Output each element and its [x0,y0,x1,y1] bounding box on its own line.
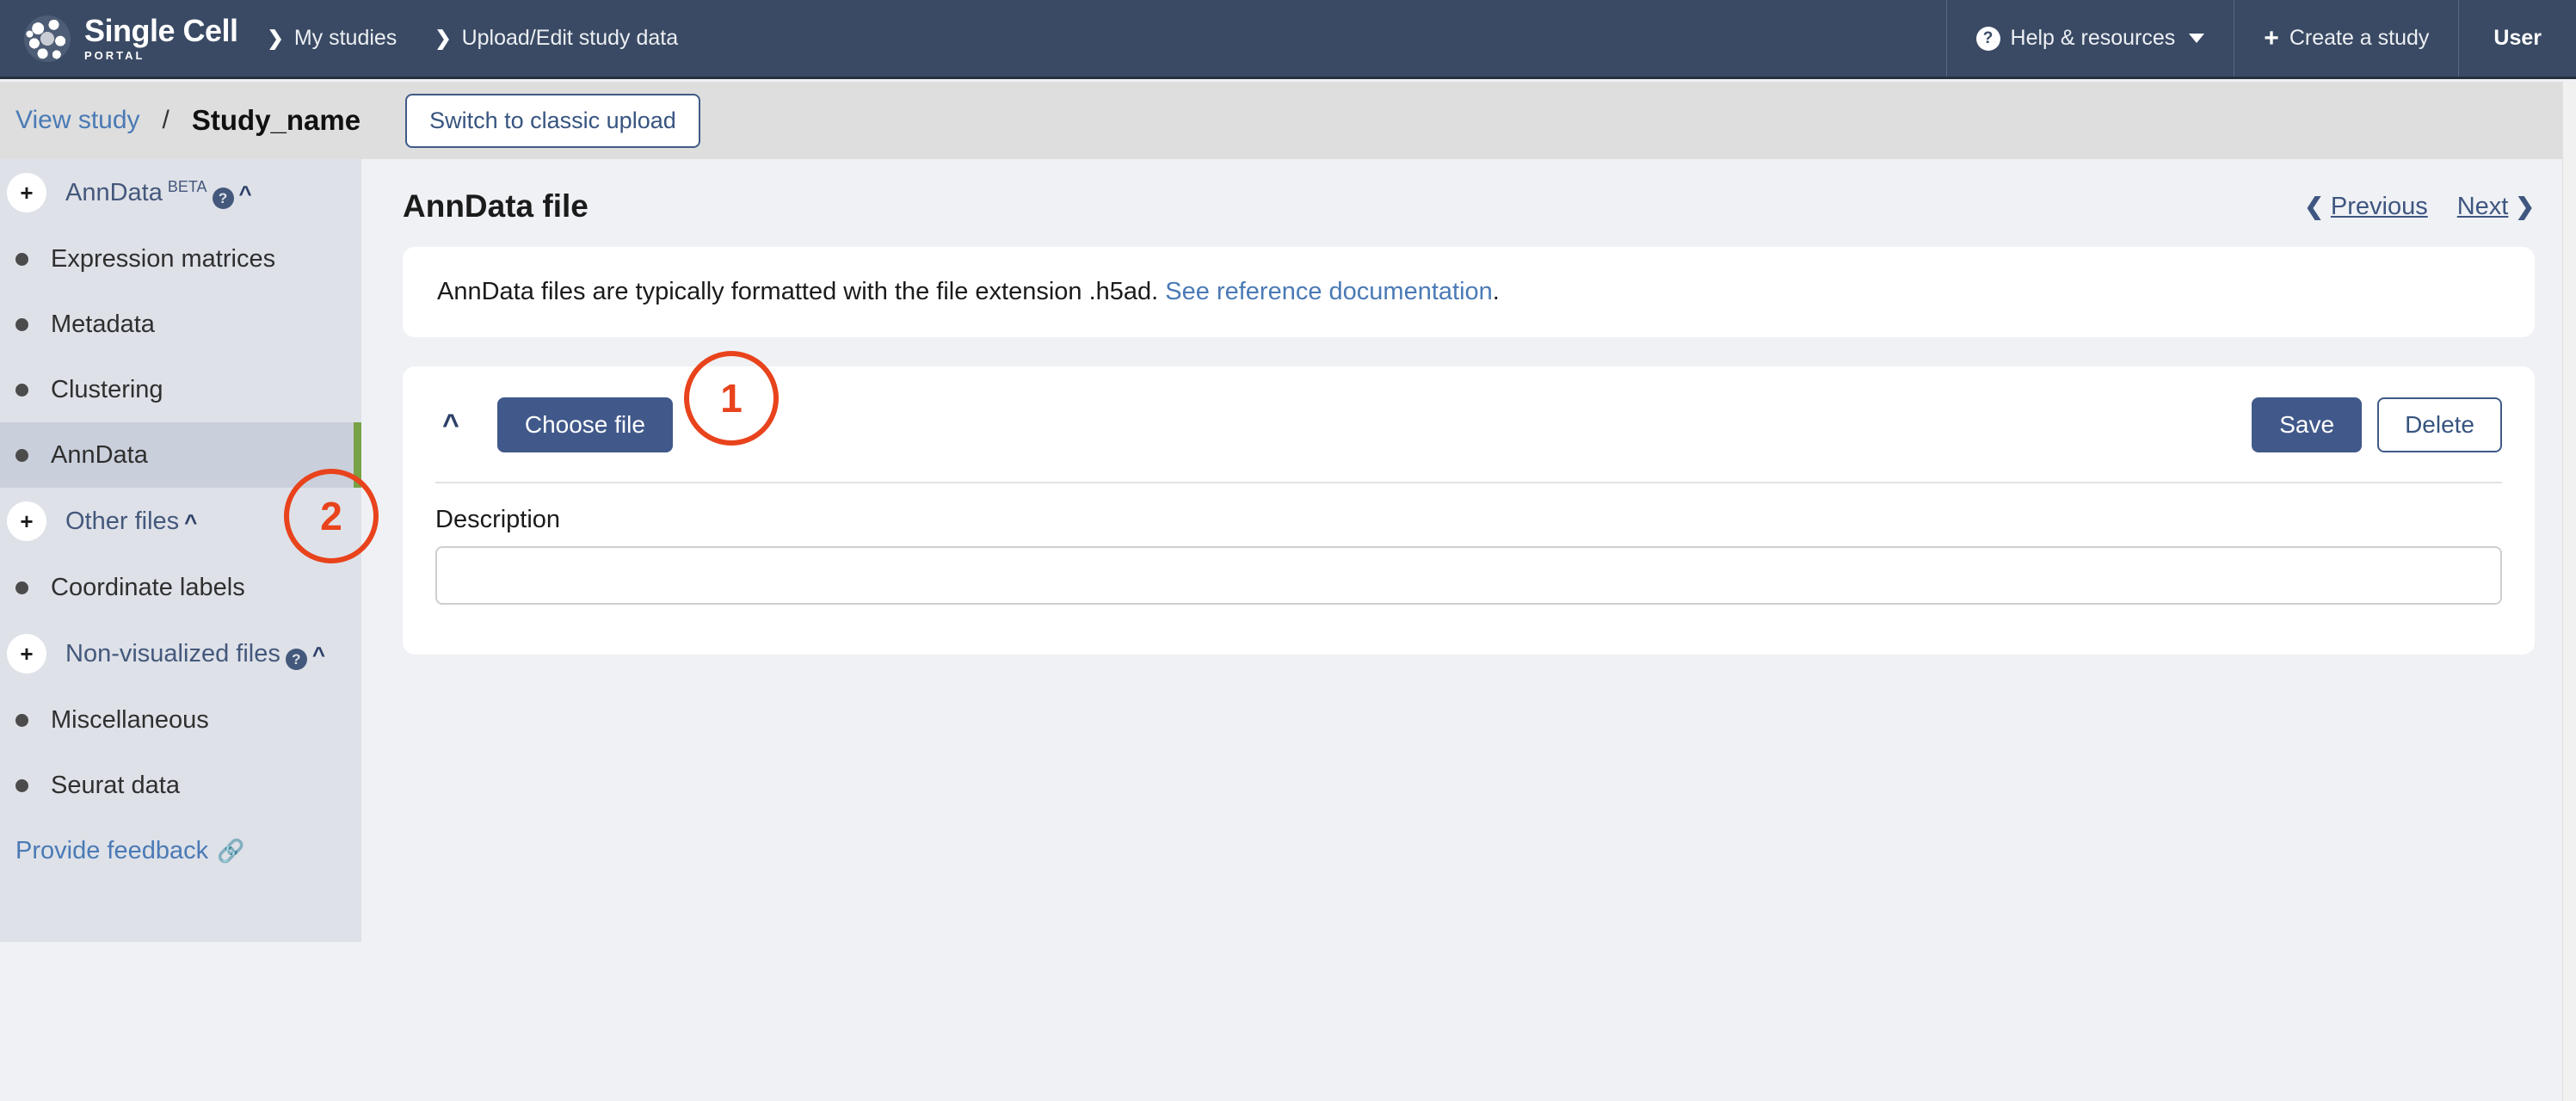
chevron-right-icon: ❯ [434,27,452,49]
bullet-icon [15,581,28,594]
user-label: User [2493,26,2542,50]
chevron-left-icon: ❮ [2304,193,2324,219]
info-text-after: . [1492,278,1500,305]
provide-feedback-label: Provide feedback [15,837,209,864]
add-other-file-icon[interactable]: + [7,501,46,541]
save-button[interactable]: Save [2252,397,2363,452]
sidebar-item-label: Expression matrices [51,244,276,273]
question-circle-icon[interactable]: ? [212,188,234,209]
sidebar: + AnnData BETA ? ^ Expression matrices M… [0,159,361,942]
nav-crumb-upload-edit-study-data[interactable]: ❯ Upload/Edit study data [434,26,678,51]
description-field-block: Description [403,483,2535,605]
sidebar-group-anndata[interactable]: + AnnData BETA ? ^ [0,159,361,226]
bullet-icon [15,448,28,462]
info-text: AnnData files are typically formatted wi… [437,278,2500,306]
create-a-study-label: Create a study [2289,26,2430,50]
sidebar-item-expression-matrices[interactable]: Expression matrices [0,226,361,292]
brand-logo-group[interactable]: Single Cell PORTAL [0,0,268,77]
provide-feedback-link[interactable]: Provide feedback 🔗 [0,837,361,865]
sidebar-item-anndata[interactable]: AnnData [0,422,361,488]
bullet-icon [15,778,28,792]
chevron-down-icon [2189,34,2205,43]
chevron-right-icon: ❯ [2515,193,2535,219]
sidebar-group-non-visualized-files[interactable]: + Non-visualized files ? ^ [0,620,361,687]
info-card: AnnData files are typically formatted wi… [403,247,2535,337]
brand-text: Single Cell PORTAL [84,15,238,62]
chevron-up-icon[interactable]: ^ [184,511,197,533]
previous-label: Previous [2330,192,2428,220]
sidebar-item-label: Coordinate labels [51,573,245,601]
sidebar-item-metadata[interactable]: Metadata [0,292,361,357]
brand-subtitle: PORTAL [84,48,145,62]
create-a-study-button[interactable]: + Create a study [2234,0,2458,77]
sidebar-group-anndata-text: AnnData [65,178,163,206]
cell-cluster-icon [24,15,71,62]
sidebar-group-non-visualized-files-label: Non-visualized files ? ^ [65,639,325,670]
sidebar-item-label: Seurat data [51,771,180,799]
description-label: Description [435,506,561,533]
sidebar-group-other-files-label: Other files ^ [65,507,197,536]
top-navbar: Single Cell PORTAL ❯ My studies ❯ Upload… [0,0,2576,79]
next-button[interactable]: Next ❯ [2457,193,2535,221]
bullet-icon [15,317,28,331]
sidebar-item-label: Metadata [51,310,155,338]
external-link-icon: 🔗 [217,838,245,864]
view-study-link[interactable]: View study [15,106,140,135]
bullet-icon [15,713,28,727]
user-menu[interactable]: User [2458,0,2576,77]
plus-icon: + [2264,23,2279,52]
brand-title: Single Cell [84,12,238,48]
choose-file-button[interactable]: Choose file [496,397,673,452]
sidebar-item-seurat-data[interactable]: Seurat data [0,753,361,818]
vertical-scrollbar[interactable] [2562,82,2576,1101]
sidebar-item-clustering[interactable]: Clustering [0,357,361,422]
pager: ❮ Previous Next ❯ [2304,193,2535,221]
file-form-toolbar: ^ Choose file Save Delete [403,366,2535,482]
sidebar-group-other-files-text: Other files [65,507,180,535]
beta-badge: BETA [167,177,207,195]
help-and-resources-label: Help & resources [2010,26,2176,50]
add-anndata-icon[interactable]: + [7,173,46,212]
file-form-actions: Save Delete [2252,397,2502,452]
add-non-visualized-file-icon[interactable]: + [7,634,46,674]
bullet-icon [15,252,28,266]
chevron-up-icon[interactable]: ^ [239,182,252,205]
info-text-before: AnnData files are typically formatted wi… [437,278,1166,305]
question-circle-icon[interactable]: ? [285,649,307,670]
description-input[interactable] [435,546,2502,605]
anndata-file-form-card: ^ Choose file Save Delete Description [403,366,2535,655]
chevron-up-icon[interactable]: ^ [312,643,325,666]
nav-crumb-upload-edit-label: Upload/Edit study data [461,26,679,50]
question-circle-icon: ? [1975,26,2000,51]
sidebar-group-anndata-label: AnnData BETA ? ^ [65,177,252,209]
previous-button[interactable]: ❮ Previous [2304,193,2427,221]
study-name-title: Study_name [191,104,361,136]
navbar-breadcrumbs: ❯ My studies ❯ Upload/Edit study data [268,0,679,77]
sidebar-group-other-files[interactable]: + Other files ^ [0,488,361,555]
nav-crumb-my-studies-label: My studies [293,26,397,50]
help-and-resources-menu[interactable]: ? Help & resources [1945,0,2234,77]
navbar-right-group: ? Help & resources + Create a study User [1945,0,2576,77]
switch-to-classic-upload-button[interactable]: Switch to classic upload [405,93,700,148]
breadcrumb-separator: / [162,106,169,134]
chevron-up-icon[interactable]: ^ [435,410,466,440]
sidebar-item-coordinate-labels[interactable]: Coordinate labels [0,555,361,620]
sidebar-item-label: Clustering [51,375,163,403]
chevron-right-icon: ❯ [267,27,284,49]
bullet-icon [15,383,28,397]
see-reference-documentation-link[interactable]: See reference documentation [1165,278,1492,305]
next-label: Next [2456,192,2509,220]
main-header: AnnData file ❮ Previous Next ❯ [361,159,2576,225]
sub-header: View study / Study_name Switch to classi… [0,82,2576,159]
sidebar-group-non-visualized-files-text: Non-visualized files [65,639,280,667]
main-content: AnnData file ❮ Previous Next ❯ AnnData f… [361,159,2576,1101]
sidebar-item-label: AnnData [51,440,148,469]
page-title: AnnData file [403,188,589,224]
delete-button[interactable]: Delete [2377,397,2502,452]
sidebar-item-label: Miscellaneous [51,705,209,734]
nav-crumb-my-studies[interactable]: ❯ My studies [268,26,397,51]
sidebar-item-miscellaneous[interactable]: Miscellaneous [0,687,361,753]
